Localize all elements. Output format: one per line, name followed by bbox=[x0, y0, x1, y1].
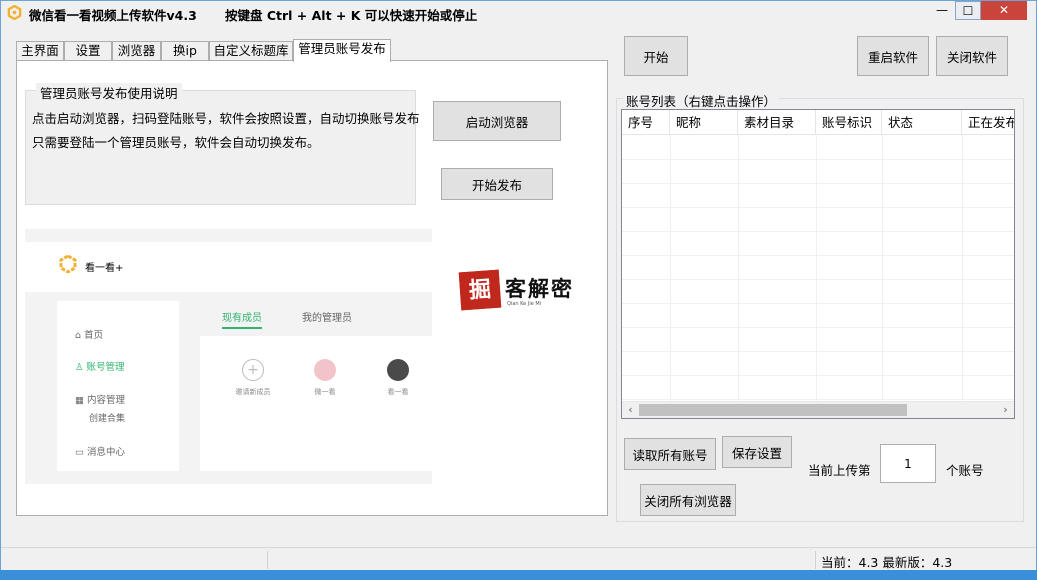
close-button[interactable]: ✕ bbox=[981, 1, 1027, 20]
grid-line bbox=[622, 375, 1014, 376]
instructions-group: 管理员账号发布使用说明 点击启动浏览器，扫码登陆账号，软件会按照设置，自动切换账… bbox=[25, 83, 420, 205]
avatar bbox=[387, 359, 409, 381]
preview-invite: + 邀请新成员 bbox=[228, 359, 278, 397]
preview-member-1: 微一看 bbox=[300, 359, 350, 397]
title-bar: 微信看一看视频上传软件v4.3 按键盘 Ctrl + Alt + K 可以快速开… bbox=[1, 1, 1036, 25]
home-icon: ⌂ bbox=[75, 330, 85, 341]
window-title: 微信看一看视频上传软件v4.3 bbox=[29, 8, 197, 23]
preview-nav-home: ⌂ 首页 bbox=[75, 330, 104, 341]
restart-app-button[interactable]: 重启软件 bbox=[857, 36, 929, 76]
current-account-input[interactable] bbox=[880, 444, 936, 483]
preview-tab-members: 现有成员 bbox=[222, 309, 262, 329]
column-header-material-dir[interactable]: 素材目录 bbox=[738, 110, 816, 135]
preview-brand: 看一看+ bbox=[85, 263, 124, 274]
hotkey-hint: 按键盘 Ctrl + Alt + K 可以快速开始或停止 bbox=[225, 8, 478, 23]
instructions-line-1: 点击启动浏览器，扫码登陆账号，软件会按照设置，自动切换账号发布 bbox=[32, 111, 420, 126]
start-publish-button[interactable]: 开始发布 bbox=[441, 168, 553, 200]
scrollbar-thumb[interactable] bbox=[639, 404, 907, 416]
preview-invite-label: 邀请新成员 bbox=[235, 388, 271, 396]
column-header-publishing[interactable]: 正在发布 bbox=[962, 110, 1014, 135]
tab-admin-publish[interactable]: 管理员账号发布 bbox=[293, 39, 391, 62]
app-logo-icon bbox=[7, 5, 22, 20]
launch-browser-button[interactable]: 启动浏览器 bbox=[433, 101, 561, 141]
grid-line bbox=[622, 255, 1014, 256]
scroll-right-icon[interactable]: › bbox=[997, 402, 1014, 418]
grid-line bbox=[622, 327, 1014, 328]
column-header-nickname[interactable]: 昵称 bbox=[670, 110, 738, 135]
grid-line bbox=[622, 159, 1014, 160]
save-settings-button[interactable]: 保存设置 bbox=[722, 436, 792, 468]
browser-preview: 看一看+ ⌂ 首页 ♙ 账号管理 ▦ 内容管理 创建合集 ▭ 消息中心 现有成员… bbox=[25, 229, 432, 484]
preview-tabs: 现有成员 我的管理员 bbox=[200, 301, 432, 336]
grid-icon: ▦ bbox=[75, 395, 87, 406]
desktop-background bbox=[0, 570, 1037, 580]
preview-sidebar: ⌂ 首页 ♙ 账号管理 ▦ 内容管理 创建合集 ▭ 消息中心 bbox=[57, 301, 179, 471]
avatar bbox=[314, 359, 336, 381]
version-status: 当前：4.3 最新版：4.3 bbox=[821, 555, 953, 570]
grid-line bbox=[622, 279, 1014, 280]
preview-member-2: 看一看 bbox=[373, 359, 423, 397]
start-button[interactable]: 开始 bbox=[624, 36, 688, 76]
scroll-left-icon[interactable]: ‹ bbox=[622, 402, 639, 418]
watermark-seal: 掘 bbox=[458, 269, 502, 311]
instructions-line-2: 只需要登陆一个管理员账号，软件会自动切换发布。 bbox=[32, 135, 320, 150]
tab-settings[interactable]: 设置 bbox=[64, 41, 112, 61]
column-header-account-id[interactable]: 账号标识 bbox=[816, 110, 882, 135]
column-header-status[interactable]: 状态 bbox=[882, 110, 962, 135]
preview-nav-accounts: ♙ 账号管理 bbox=[75, 362, 125, 373]
maximize-button[interactable]: ☐ bbox=[955, 1, 981, 20]
watermark-text: 客解密 bbox=[505, 276, 574, 301]
column-header-index[interactable]: 序号 bbox=[622, 110, 670, 135]
preview-member-area: + 邀请新成员 微一看 看一看 bbox=[200, 336, 432, 471]
account-list[interactable]: 序号 昵称 素材目录 账号标识 状态 正在发布 ‹ › bbox=[621, 109, 1015, 419]
status-divider bbox=[815, 551, 816, 569]
grid-line bbox=[622, 231, 1014, 232]
grid-line bbox=[622, 399, 1014, 400]
plus-icon: + bbox=[242, 359, 264, 381]
watermark: 掘 客解密 Qian Ke Jie Mi bbox=[458, 269, 580, 311]
grid-line bbox=[738, 135, 739, 405]
account-list-title: 账号列表（右键点击操作） bbox=[623, 91, 780, 110]
grid-line bbox=[816, 135, 817, 405]
grid-line bbox=[622, 183, 1014, 184]
preview-nav-content: ▦ 内容管理 bbox=[75, 395, 126, 406]
app-window: 微信看一看视频上传软件v4.3 按键盘 Ctrl + Alt + K 可以快速开… bbox=[0, 0, 1037, 580]
upload-prefix-label: 当前上传第 bbox=[808, 463, 871, 478]
read-all-accounts-button[interactable]: 读取所有账号 bbox=[624, 438, 716, 470]
grid-line bbox=[622, 303, 1014, 304]
tab-browser[interactable]: 浏览器 bbox=[112, 41, 161, 61]
preview-tab-admins: 我的管理员 bbox=[302, 313, 352, 324]
message-icon: ▭ bbox=[75, 447, 87, 458]
account-list-header: 序号 昵称 素材目录 账号标识 状态 正在发布 bbox=[622, 110, 1014, 135]
tab-custom-titles[interactable]: 自定义标题库 bbox=[209, 41, 293, 61]
grid-line bbox=[670, 135, 671, 405]
preview-member-1-label: 微一看 bbox=[314, 388, 336, 396]
preview-nav-collection: 创建合集 bbox=[89, 414, 126, 424]
minimize-button[interactable]: — bbox=[929, 1, 955, 20]
status-bar: 当前：4.3 最新版：4.3 bbox=[1, 547, 1036, 571]
preview-logo-icon bbox=[59, 255, 77, 273]
upload-suffix-label: 个账号 bbox=[946, 463, 984, 478]
preview-nav-messages: ▭ 消息中心 bbox=[75, 447, 126, 458]
grid-line bbox=[962, 135, 963, 405]
close-app-button[interactable]: 关闭软件 bbox=[936, 36, 1008, 76]
tab-main[interactable]: 主界面 bbox=[16, 41, 64, 61]
horizontal-scrollbar[interactable]: ‹ › bbox=[622, 401, 1014, 418]
close-all-browsers-button[interactable]: 关闭所有浏览器 bbox=[640, 484, 736, 516]
grid-line bbox=[622, 207, 1014, 208]
tab-change-ip[interactable]: 换ip bbox=[161, 41, 209, 61]
grid-line bbox=[882, 135, 883, 405]
user-icon: ♙ bbox=[75, 362, 87, 373]
status-divider bbox=[267, 551, 268, 569]
watermark-subtext: Qian Ke Jie Mi bbox=[507, 301, 542, 307]
preview-member-2-label: 看一看 bbox=[387, 388, 409, 396]
instructions-title: 管理员账号发布使用说明 bbox=[36, 83, 182, 102]
grid-line bbox=[622, 351, 1014, 352]
